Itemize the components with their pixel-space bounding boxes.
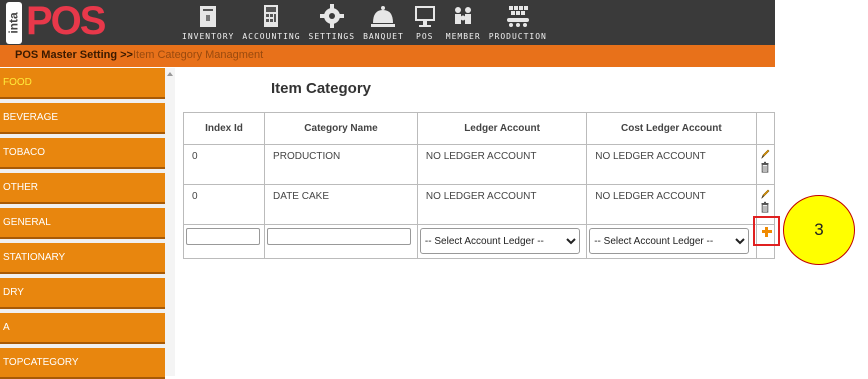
nav-banquet[interactable]: BANQUET (363, 0, 404, 45)
nav-label: PRODUCTION (488, 32, 547, 41)
nav-label: BANQUET (363, 32, 404, 41)
cell-ledger-account: NO LEDGER ACCOUNT (416, 144, 588, 185)
nav-pos[interactable]: POS (412, 0, 438, 45)
ledger-account-select[interactable]: -- Select Account Ledger -- (419, 228, 580, 254)
nav-member[interactable]: MEMBER (446, 0, 481, 45)
cell-cost-ledger-account: NO LEDGER ACCOUNT (586, 144, 757, 185)
nav-inventory[interactable]: INVENTORY (182, 0, 234, 45)
index-id-input[interactable] (186, 228, 260, 245)
item-category-table: Index Id Category Name Ledger Account Co… (182, 112, 776, 259)
add-category-button[interactable] (753, 216, 780, 246)
col-category-name: Category Name (264, 112, 418, 145)
nav-accounting[interactable]: ACCOUNTING (242, 0, 300, 45)
gear-icon (319, 4, 344, 28)
plus-icon-vertical (765, 227, 768, 237)
nav-label: MEMBER (445, 32, 481, 41)
edit-pencil-icon[interactable] (760, 148, 770, 160)
col-index-id: Index Id (182, 112, 266, 145)
category-name-input[interactable] (267, 228, 412, 245)
sidebar-item-general[interactable]: GENERAL (0, 208, 165, 239)
new-index-cell (182, 224, 266, 259)
sidebar-item-other[interactable]: OTHER (0, 173, 165, 204)
sidebar-scrollbar[interactable] (165, 68, 175, 376)
table-row: 0 PRODUCTION NO LEDGER ACCOUNT NO LEDGER… (182, 144, 776, 185)
app-logo[interactable]: inta POS (2, 0, 112, 45)
col-actions (755, 112, 776, 145)
production-icon (506, 6, 529, 27)
scroll-up-icon[interactable] (167, 72, 173, 76)
sidebar-item-topcategory[interactable]: TOPCATEGORY (0, 348, 165, 379)
col-ledger-account: Ledger Account (416, 112, 588, 145)
cell-category-name: DATE CAKE (264, 184, 418, 225)
step-callout: 3 (783, 195, 855, 265)
members-icon (455, 7, 472, 24)
cell-index-id: 0 (182, 184, 266, 225)
main-nav: INVENTORY ACCOUNTING SETTINGS BANQUET PO… (182, 0, 555, 45)
cost-ledger-account-select[interactable]: -- Select Account Ledger -- (589, 228, 750, 254)
nav-label: ACCOUNTING (242, 32, 301, 41)
sidebar-item-beverage[interactable]: BEVERAGE (0, 103, 165, 134)
cloche-icon (371, 6, 396, 27)
cell-category-name: PRODUCTION (264, 144, 418, 185)
nav-production[interactable]: PRODUCTION (489, 0, 547, 45)
edit-pencil-icon[interactable] (760, 188, 770, 200)
cell-cost-ledger-account: NO LEDGER ACCOUNT (586, 184, 757, 225)
new-category-row: -- Select Account Ledger -- -- Select Ac… (182, 224, 776, 259)
breadcrumb-parent[interactable]: POS Master Setting >> (15, 49, 133, 61)
sidebar-item-food[interactable]: FOOD (0, 68, 165, 99)
category-sidebar: FOOD BEVERAGE TOBACO OTHER GENERAL STATI… (0, 68, 165, 379)
logo-vertical-text: inta (6, 2, 22, 44)
sidebar-item-dry[interactable]: DRY (0, 278, 165, 309)
col-cost-ledger-account: Cost Ledger Account (586, 112, 757, 145)
sidebar-item-a[interactable]: A (0, 313, 165, 344)
breadcrumb-current: Item Category Managment (133, 49, 264, 61)
row-actions (755, 144, 776, 185)
sidebar-item-stationary[interactable]: STATIONARY (0, 243, 165, 274)
nav-label: SETTINGS (308, 32, 356, 41)
page-title: Item Category (271, 80, 372, 97)
nav-label: INVENTORY (182, 32, 235, 41)
sidebar-item-tobaco[interactable]: TOBACO (0, 138, 165, 169)
table-row: 0 DATE CAKE NO LEDGER ACCOUNT NO LEDGER … (182, 184, 776, 225)
top-navigation-bar: inta POS INVENTORY ACCOUNTING SETTINGS B… (0, 0, 775, 45)
delete-trash-icon[interactable] (760, 161, 770, 173)
logo-main-text: POS (26, 0, 106, 43)
monitor-icon (414, 6, 435, 27)
nav-settings[interactable]: SETTINGS (309, 0, 356, 45)
breadcrumb: POS Master Setting >> Item Category Mana… (0, 45, 775, 67)
delete-trash-icon[interactable] (760, 201, 770, 213)
inventory-icon (200, 6, 217, 27)
new-name-cell (264, 224, 418, 259)
cell-index-id: 0 (182, 144, 266, 185)
logo-vertical-label: inta (7, 12, 21, 34)
new-ledger-cell: -- Select Account Ledger -- (416, 224, 588, 259)
new-cost-ledger-cell: -- Select Account Ledger -- (586, 224, 757, 259)
nav-label: POS (416, 32, 434, 41)
calculator-icon (264, 5, 279, 27)
cell-ledger-account: NO LEDGER ACCOUNT (416, 184, 588, 225)
table-header-row: Index Id Category Name Ledger Account Co… (182, 112, 776, 145)
